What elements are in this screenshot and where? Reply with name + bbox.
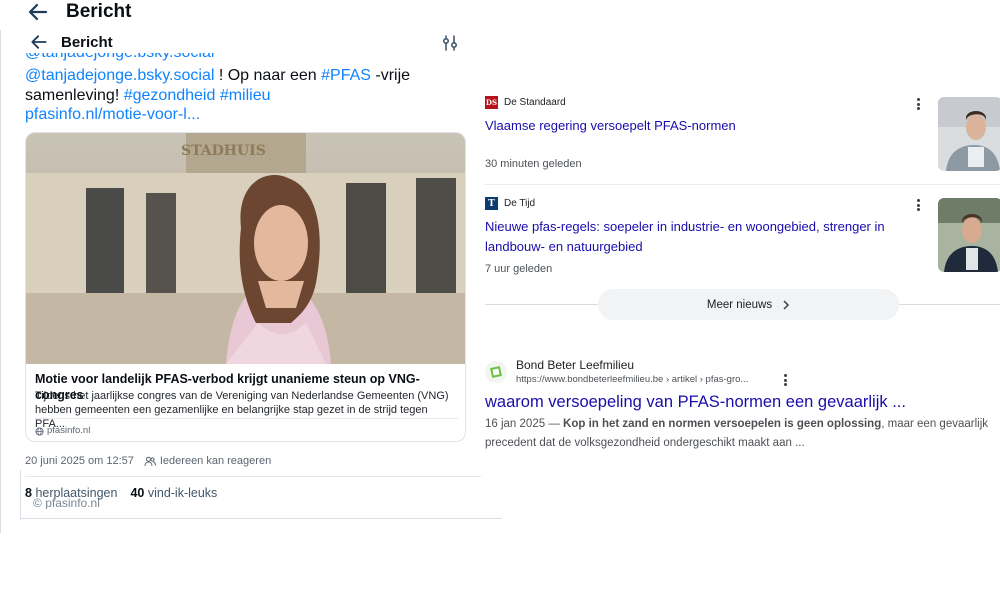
card-description: Tijdens het jaarlijkse congres van de Ve… [35,390,449,430]
divider [485,184,1000,185]
likes-stat[interactable]: 40 vind-ik-leuks [130,485,217,501]
post-stats: 8 herplaatsingen 40 vind-ik-leuks [25,485,217,501]
news-time: 7 uur geleden [485,263,553,275]
site-name: Bond Beter Leefmilieu [516,358,635,372]
news-headline[interactable]: Vlaamse regering versoepelt PFAS-normen [485,116,895,136]
site-favicon [485,361,507,383]
globe-icon [35,426,44,436]
news-thumbnail [938,97,1000,171]
post-body: @tanjadejonge.bsky.social ! Op naar een … [25,67,411,123]
chevron-right-icon [783,299,790,310]
reposts-stat[interactable]: 8 herplaatsingen [25,485,117,501]
card-domain: pfasinfo.nl [35,425,90,437]
news-thumbnail [938,198,1000,272]
result-snippet: 16 jan 2025 — Kop in het zand en normen … [485,418,988,449]
frame-divider [20,470,21,520]
news-item[interactable]: DS De Standaard Vlaamse regering versoep… [485,96,1000,176]
divider [25,476,481,477]
hashtag-link[interactable]: #gezondheid [124,87,216,104]
svg-text:STADHUIS: STADHUIS [181,143,266,159]
mention-link[interactable]: @tanjadejonge.bsky.social [25,67,214,84]
more-options-icon[interactable] [912,97,924,111]
frame-divider [0,30,10,533]
more-options-icon[interactable] [779,373,791,387]
card-divider [35,418,458,419]
link-preview-card[interactable]: STADHUIS Motie voor landelijk PFAS-verbo… [25,132,466,442]
post-timestamp: 20 juni 2025 om 12:57 [25,455,134,467]
back-arrow-icon[interactable] [29,32,49,52]
hashtag-link[interactable]: #PFAS [321,67,371,84]
hashtag-link[interactable]: #milieu [220,87,271,104]
news-item[interactable]: T De Tijd Nieuwe pfas-regels: soepeler i… [485,197,1000,277]
back-arrow-icon[interactable] [26,0,50,24]
post-meta: 20 juni 2025 om 12:57 Iedereen kan reage… [25,454,271,468]
de-standaard-logo: DS [485,96,498,109]
news-time: 30 minuten geleden [485,158,582,170]
frame-divider [20,518,502,519]
filter-settings-icon[interactable] [440,33,460,53]
site-url: https://www.bondbeterleefmilieu.be › art… [516,374,749,385]
card-photo: STADHUIS [26,133,465,364]
people-icon [144,456,156,466]
clipped-text-line: @tanjadejonge.bsky.social [25,53,465,63]
more-news-button[interactable]: Meer nieuws [598,289,899,320]
post-url-link[interactable]: pfasinfo.nl/motie-voor-l... [25,106,200,123]
news-headline[interactable]: Nieuwe pfas-regels: soepeler in industri… [485,217,900,256]
header-title: Bericht [61,34,113,51]
more-options-icon[interactable] [912,198,924,212]
result-title-link[interactable]: waarom versoepeling van PFAS-normen een … [485,392,906,412]
de-tijd-logo: T [485,197,498,210]
reply-setting: Iedereen kan reageren [144,454,271,468]
page-title: Bericht [66,1,132,22]
